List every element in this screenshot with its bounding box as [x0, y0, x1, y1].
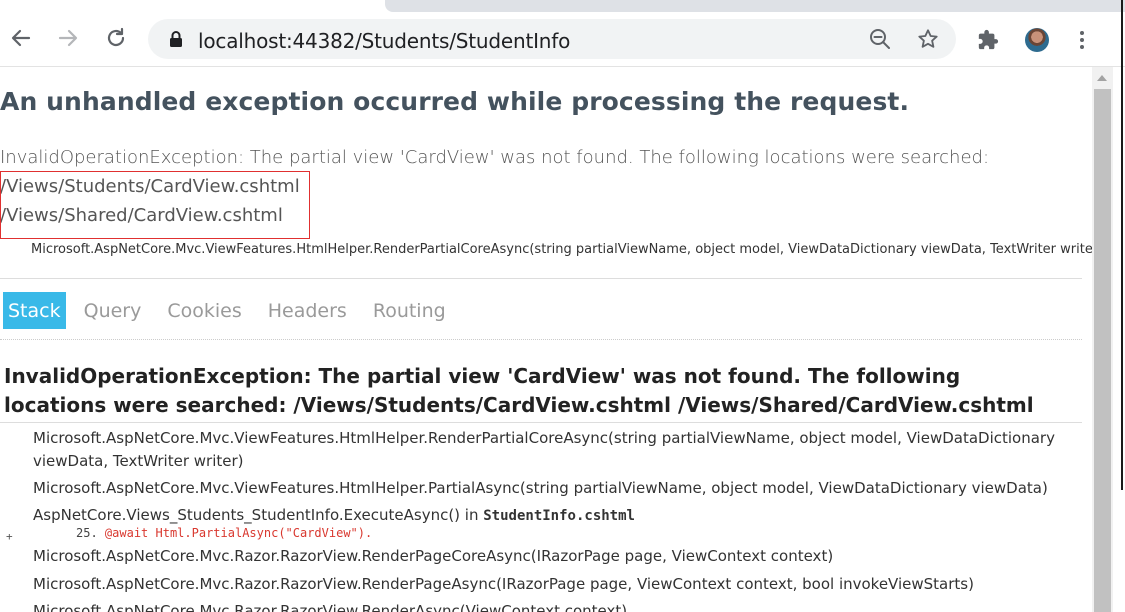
profile-avatar[interactable]: [1023, 26, 1051, 54]
stack-exception-title: InvalidOperationException: The partial v…: [4, 364, 1034, 417]
arrow-right-icon: [57, 27, 79, 54]
star-icon[interactable]: [916, 27, 940, 51]
source-code: @await Html.PartialAsync("CardView").: [104, 526, 373, 540]
reload-icon: [105, 27, 127, 54]
scroll-up-icon[interactable]: [1097, 75, 1107, 81]
source-code-line: 25. @await Html.PartialAsync("CardView")…: [76, 526, 372, 540]
divider: [0, 339, 1082, 340]
expand-source-toggle[interactable]: +: [6, 530, 13, 543]
stack-frame[interactable]: Microsoft.AspNetCore.Mvc.Razor.RazorView…: [33, 600, 1063, 612]
zoom-out-icon[interactable]: [868, 27, 892, 51]
divider: [0, 278, 1082, 279]
lock-icon[interactable]: [164, 27, 188, 51]
tab-query[interactable]: Query: [76, 292, 150, 329]
exception-origin-frame: Microsoft.AspNetCore.Mvc.ViewFeatures.Ht…: [31, 242, 1092, 257]
kebab-menu-icon[interactable]: [1068, 26, 1096, 54]
reload-button[interactable]: [100, 24, 132, 56]
browser-tab-edge: [385, 0, 1125, 12]
tab-routing[interactable]: Routing: [365, 292, 454, 329]
address-bar[interactable]: localhost:44382/Students/StudentInfo: [148, 19, 956, 59]
puzzle-icon[interactable]: [974, 26, 1002, 54]
back-button[interactable]: [5, 24, 37, 56]
stack-frame-file: StudentInfo.cshtml: [483, 508, 635, 524]
divider: [0, 422, 1082, 423]
page-scrollbar[interactable]: [1092, 67, 1113, 612]
browser-toolbar: localhost:44382/Students/StudentInfo: [0, 14, 1125, 67]
exception-message: InvalidOperationException: The partial v…: [0, 147, 990, 168]
tab-headers[interactable]: Headers: [260, 292, 355, 329]
window-border: [1121, 0, 1123, 490]
line-number: 25.: [76, 526, 98, 540]
stack-frame[interactable]: Microsoft.AspNetCore.Mvc.Razor.RazorView…: [33, 573, 1063, 596]
stack-frame[interactable]: Microsoft.AspNetCore.Mvc.Razor.RazorView…: [33, 545, 1063, 568]
tab-cookies[interactable]: Cookies: [159, 292, 249, 329]
stack-frame[interactable]: Microsoft.AspNetCore.Mvc.ViewFeatures.Ht…: [33, 477, 1063, 500]
stack-frame[interactable]: AspNetCore.Views_Students_StudentInfo.Ex…: [33, 504, 1063, 528]
page-title: An unhandled exception occurred while pr…: [0, 87, 910, 116]
stack-frame-method: AspNetCore.Views_Students_StudentInfo.Ex…: [33, 506, 479, 524]
error-tabs: Stack Query Cookies Headers Routing: [3, 292, 464, 329]
highlight-annotation-box: [0, 171, 310, 239]
url-text[interactable]: localhost:44382/Students/StudentInfo: [198, 29, 570, 53]
tab-stack[interactable]: Stack: [3, 292, 66, 329]
scrollbar-thumb[interactable]: [1094, 89, 1111, 612]
forward-button[interactable]: [52, 24, 84, 56]
tab-strip: [0, 0, 1125, 14]
avatar-icon: [1025, 28, 1049, 52]
error-page: An unhandled exception occurred while pr…: [0, 67, 1092, 612]
arrow-left-icon: [10, 27, 32, 54]
stack-frame[interactable]: Microsoft.AspNetCore.Mvc.ViewFeatures.Ht…: [33, 427, 1063, 473]
window-edge: [1113, 67, 1125, 612]
